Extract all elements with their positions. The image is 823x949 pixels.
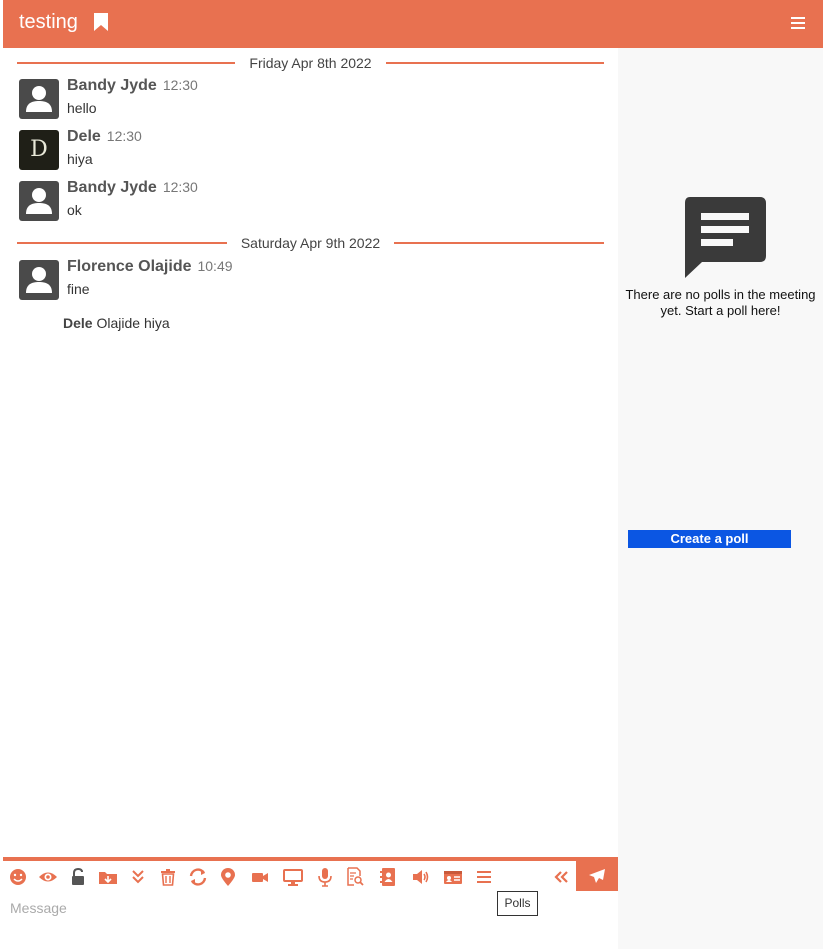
video-camera-icon[interactable] — [250, 867, 270, 887]
date-separator: Saturday Apr 9th 2022 — [17, 233, 604, 253]
message-author-line: Bandy Jyde 12:30 — [67, 77, 198, 95]
avatar[interactable]: D — [19, 130, 59, 170]
unlock-icon[interactable] — [68, 867, 88, 887]
folder-download-icon[interactable] — [98, 867, 118, 887]
message-time: 12:30 — [162, 77, 198, 93]
bookmark-icon[interactable] — [93, 12, 109, 37]
avatar[interactable] — [19, 181, 59, 221]
user-avatar-icon — [26, 86, 52, 112]
create-poll-button[interactable]: Create a poll — [628, 530, 791, 548]
volume-icon[interactable] — [411, 867, 431, 887]
message-text: hello — [67, 100, 97, 116]
double-chevron-left-icon[interactable] — [551, 867, 571, 887]
message-time: 12:30 — [162, 179, 198, 195]
no-polls-message: There are no polls in the meeting yet. S… — [625, 287, 816, 318]
avatar[interactable] — [19, 79, 59, 119]
message-author-line: Florence Olajide 10:49 — [67, 258, 233, 276]
chat-message: Bandy Jyde 12:30 hello — [19, 77, 599, 121]
reply-text: Olajide hiya — [96, 315, 170, 331]
message-author[interactable]: Dele — [67, 128, 101, 145]
hamburger-menu-icon[interactable] — [791, 16, 805, 35]
message-time: 12:30 — [106, 128, 142, 144]
paper-plane-icon — [589, 869, 605, 883]
refresh-icon[interactable] — [188, 867, 208, 887]
reply-author: Dele — [63, 315, 93, 331]
id-card-icon[interactable] — [443, 867, 463, 887]
location-pin-icon[interactable] — [218, 867, 238, 887]
date-label: Friday Apr 8th 2022 — [235, 55, 386, 71]
chat-bubble-icon — [684, 196, 766, 283]
header-bar: testing — [3, 0, 823, 48]
address-book-icon[interactable] — [378, 867, 398, 887]
microphone-icon[interactable] — [315, 867, 335, 887]
chat-history[interactable]: Friday Apr 8th 2022 Bandy Jyde 12:30 hell… — [3, 48, 618, 858]
desktop-monitor-icon[interactable] — [283, 867, 303, 887]
message-text: hiya — [67, 151, 93, 167]
send-button[interactable] — [576, 861, 618, 891]
emoji-icon[interactable] — [8, 867, 28, 887]
message-author[interactable]: Bandy Jyde — [67, 77, 157, 94]
date-separator: Friday Apr 8th 2022 — [17, 53, 604, 73]
message-author[interactable]: Bandy Jyde — [67, 179, 157, 196]
list-icon[interactable] — [474, 867, 494, 887]
reply-preview: Dele Olajide hiya — [63, 315, 170, 331]
trash-icon[interactable] — [158, 867, 178, 887]
chat-message: D Dele 12:30 hiya — [19, 128, 599, 172]
chat-message: Bandy Jyde 12:30 ok — [19, 179, 599, 223]
message-text: ok — [67, 202, 82, 218]
message-author[interactable]: Florence Olajide — [67, 258, 191, 275]
user-avatar-icon — [26, 188, 52, 214]
double-chevron-down-icon[interactable] — [128, 867, 148, 887]
message-author-line: Dele 12:30 — [67, 128, 142, 146]
message-author-line: Bandy Jyde 12:30 — [67, 179, 198, 197]
composer-toolbar — [3, 861, 618, 891]
polls-panel: There are no polls in the meeting yet. S… — [618, 48, 823, 949]
room-title: testing — [19, 11, 78, 33]
chat-message: Florence Olajide 10:49 fine — [19, 258, 599, 302]
avatar[interactable] — [19, 260, 59, 300]
eye-icon[interactable] — [38, 867, 58, 887]
user-avatar-icon — [26, 267, 52, 293]
message-time: 10:49 — [197, 258, 233, 274]
document-search-icon[interactable] — [345, 867, 365, 887]
message-text: fine — [67, 281, 90, 297]
polls-tooltip: Polls — [497, 891, 538, 916]
date-label: Saturday Apr 9th 2022 — [226, 235, 395, 251]
